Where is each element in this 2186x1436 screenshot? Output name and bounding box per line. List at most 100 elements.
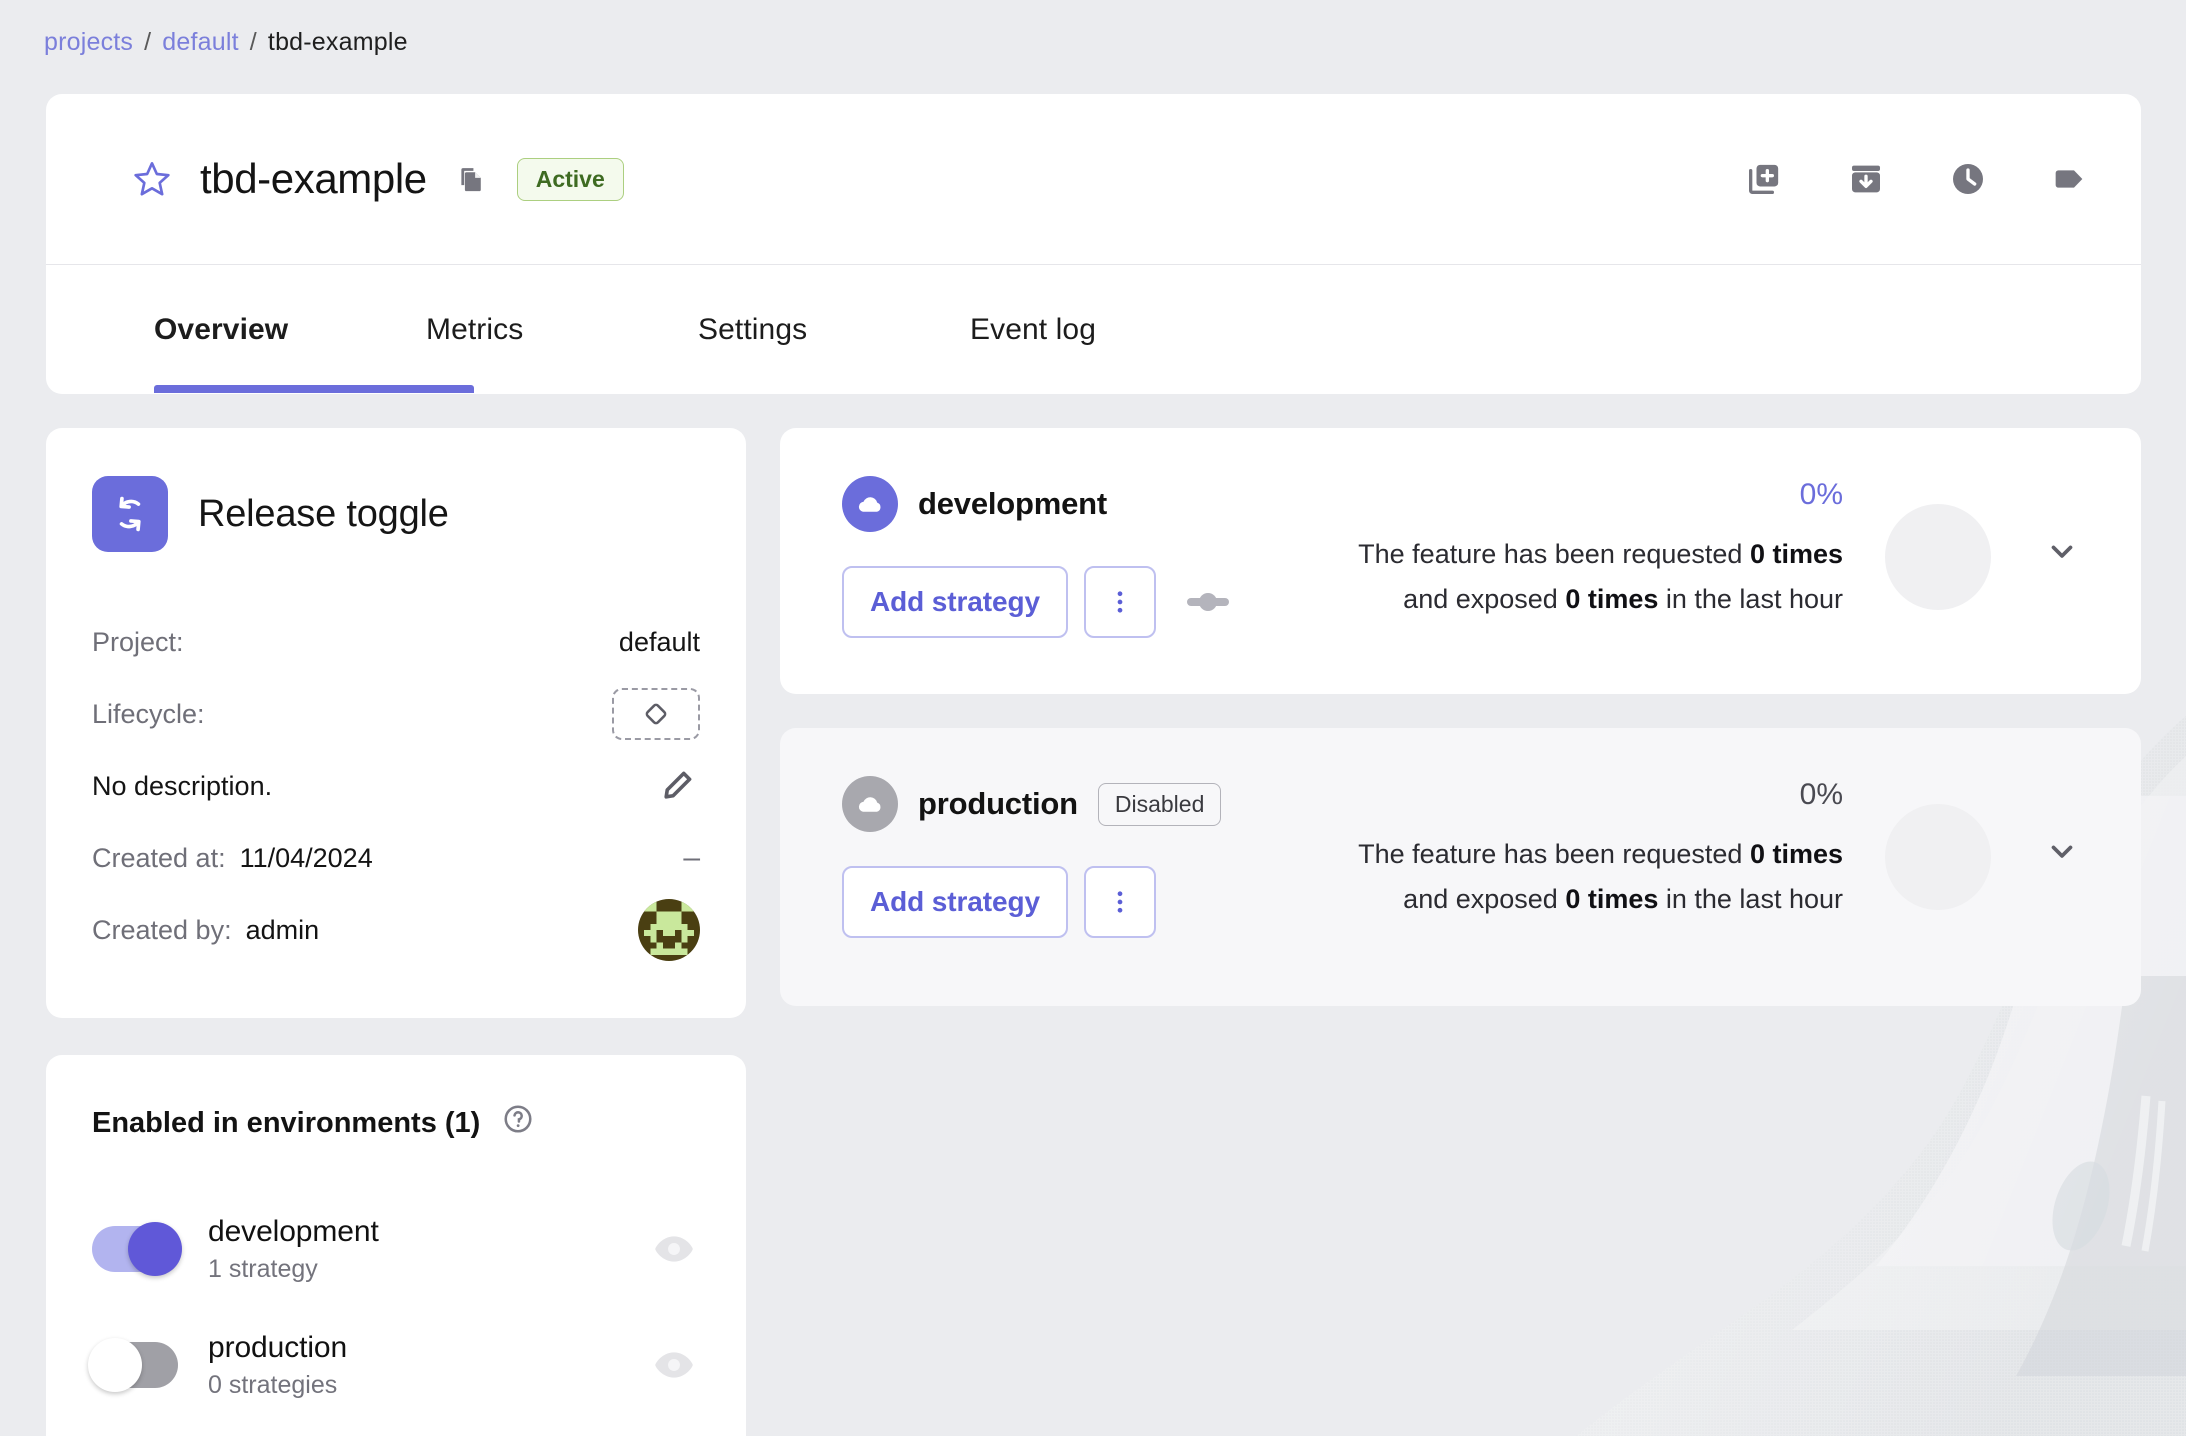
copy-icon[interactable] xyxy=(453,160,491,198)
toggle-development[interactable] xyxy=(92,1222,182,1276)
cloud-icon xyxy=(842,476,898,532)
environment-panel-production: production Disabled Add strategy 0% The … xyxy=(780,728,2141,1006)
exposure-percent: 0% xyxy=(1799,478,1843,511)
environment-labels: production 0 strategies xyxy=(208,1331,347,1400)
metrics-line-1-text: The feature has been requested xyxy=(1358,839,1750,869)
description-text: No description. xyxy=(92,770,273,801)
lifecycle-stage-chip[interactable] xyxy=(612,688,700,740)
exposure-percent: 0% xyxy=(1799,778,1843,811)
metrics-line-2-suffix: in the last hour xyxy=(1658,883,1843,914)
created-at-value: 11/04/2024 xyxy=(239,842,373,873)
project-row: Project: default xyxy=(92,606,700,678)
more-vertical-icon[interactable] xyxy=(1083,566,1156,638)
environment-name: production xyxy=(208,1330,348,1364)
eye-icon[interactable] xyxy=(648,1339,700,1391)
metrics-line-2: and exposed 0 times in the last hour xyxy=(1403,577,1843,622)
breadcrumb-separator: / xyxy=(249,28,257,56)
tag-icon[interactable] xyxy=(2047,156,2093,202)
toggle-production[interactable] xyxy=(88,1338,178,1392)
environment-strategy-count: 0 strategies xyxy=(208,1370,338,1399)
metrics-line-2-text: and exposed xyxy=(1403,883,1566,914)
cloud-icon xyxy=(842,776,898,832)
chevron-down-icon[interactable] xyxy=(2039,836,2085,866)
breadcrumb-item-default[interactable]: default xyxy=(162,28,238,57)
add-strategy-button[interactable]: Add strategy xyxy=(842,566,1068,638)
lifecycle-label: Lifecycle: xyxy=(92,698,205,729)
created-at-row: Created at: 11/04/2024 – xyxy=(92,822,700,894)
environment-panel-metrics: 0% The feature has been requested 0 time… xyxy=(1358,776,2085,921)
tab-event-log[interactable]: Event log xyxy=(970,265,1242,347)
star-icon[interactable] xyxy=(132,159,172,199)
enabled-in-environments-title: Enabled in environments (1) xyxy=(92,1106,481,1139)
environment-panel-title-row: development xyxy=(842,476,1230,532)
environment-panel-title-row: production Disabled xyxy=(842,776,1222,832)
environment-panel-stats: 0% The feature has been requested 0 time… xyxy=(1358,778,1843,921)
tab-overview[interactable]: Overview xyxy=(154,265,426,347)
project-label: Project: xyxy=(92,626,184,657)
strategy-splitter-icon xyxy=(1186,587,1230,617)
help-circle-icon[interactable] xyxy=(502,1103,534,1143)
description-row: No description. xyxy=(92,750,700,822)
pencil-icon[interactable] xyxy=(654,763,700,809)
archive-icon[interactable] xyxy=(1843,156,1889,202)
chevron-down-icon[interactable] xyxy=(2039,536,2085,566)
environment-panel-name: development xyxy=(918,486,1108,521)
project-value: default xyxy=(618,626,700,657)
exposure-ring xyxy=(1885,804,1991,910)
eye-icon[interactable] xyxy=(648,1223,700,1275)
environment-name: development xyxy=(208,1214,379,1248)
metrics-line-1-count: 0 times xyxy=(1749,539,1843,569)
feature-header-card: tbd-example Active Overview Metrics Sett… xyxy=(46,94,2141,394)
created-at-placeholder: – xyxy=(683,841,700,874)
history-icon[interactable] xyxy=(1945,156,1991,202)
toggle-knob xyxy=(128,1222,182,1276)
breadcrumb: projects / default / tbd-example xyxy=(44,28,408,57)
created-by-label: Created by: xyxy=(92,914,232,945)
environment-row-development: development 1 strategy xyxy=(92,1191,700,1307)
more-vertical-icon[interactable] xyxy=(1083,866,1156,938)
created-at-label: Created at: xyxy=(92,842,226,873)
metrics-line-2-text: and exposed xyxy=(1403,583,1566,614)
environment-labels: development 1 strategy xyxy=(208,1215,379,1284)
created-by-value: admin xyxy=(245,914,320,945)
metrics-line-2-count: 0 times xyxy=(1565,583,1659,614)
environment-panel-actions: Add strategy xyxy=(842,566,1230,638)
add-strategy-button[interactable]: Add strategy xyxy=(842,866,1068,938)
metrics-line-2-suffix: in the last hour xyxy=(1658,583,1843,614)
metrics-line-1: The feature has been requested 0 times xyxy=(1358,832,1843,877)
breadcrumb-separator: / xyxy=(144,28,152,56)
environment-panel-left: development Add strategy xyxy=(842,476,1230,638)
breadcrumb-item-projects[interactable]: projects xyxy=(44,28,133,57)
tab-settings[interactable]: Settings xyxy=(698,265,970,347)
environment-panel-left: production Disabled Add strategy xyxy=(842,776,1222,938)
environment-panel-name: production xyxy=(918,786,1078,821)
toggle-knob xyxy=(88,1338,142,1392)
metrics-line-1-count: 0 times xyxy=(1749,839,1843,869)
exposure-ring xyxy=(1885,504,1991,610)
enabled-in-environments-heading: Enabled in environments (1) xyxy=(92,1103,700,1143)
breadcrumb-item-current: tbd-example xyxy=(267,28,408,56)
tab-metrics[interactable]: Metrics xyxy=(426,265,698,347)
metrics-line-1-text: The feature has been requested xyxy=(1358,539,1750,569)
metrics-line-2: and exposed 0 times in the last hour xyxy=(1403,877,1843,922)
release-toggle-card: Release toggle Project: default Lifecycl… xyxy=(46,428,746,1018)
environment-panel-actions: Add strategy xyxy=(842,866,1221,938)
status-badge: Active xyxy=(516,157,624,201)
environment-strategy-count: 1 strategy xyxy=(208,1254,318,1283)
header-actions xyxy=(1741,156,2093,202)
feature-tabs: Overview Metrics Settings Event log xyxy=(46,265,2141,393)
environment-panel-metrics: 0% The feature has been requested 0 time… xyxy=(1358,476,2085,621)
metrics-line-2-count: 0 times xyxy=(1565,883,1659,914)
repeat-loop-icon xyxy=(92,476,168,552)
diamond-icon xyxy=(645,703,667,725)
feature-header-row: tbd-example Active xyxy=(46,94,2141,265)
lifecycle-row: Lifecycle: xyxy=(92,678,700,750)
add-to-collection-icon[interactable] xyxy=(1741,156,1787,202)
enabled-in-environments-card: Enabled in environments (1) development … xyxy=(46,1055,746,1436)
disabled-badge: Disabled xyxy=(1097,782,1222,826)
avatar[interactable] xyxy=(638,899,700,961)
release-toggle-header: Release toggle xyxy=(92,476,700,552)
release-toggle-title: Release toggle xyxy=(198,492,449,535)
created-by-row: Created by: admin xyxy=(92,894,700,966)
environment-panel-stats: 0% The feature has been requested 0 time… xyxy=(1358,478,1843,621)
